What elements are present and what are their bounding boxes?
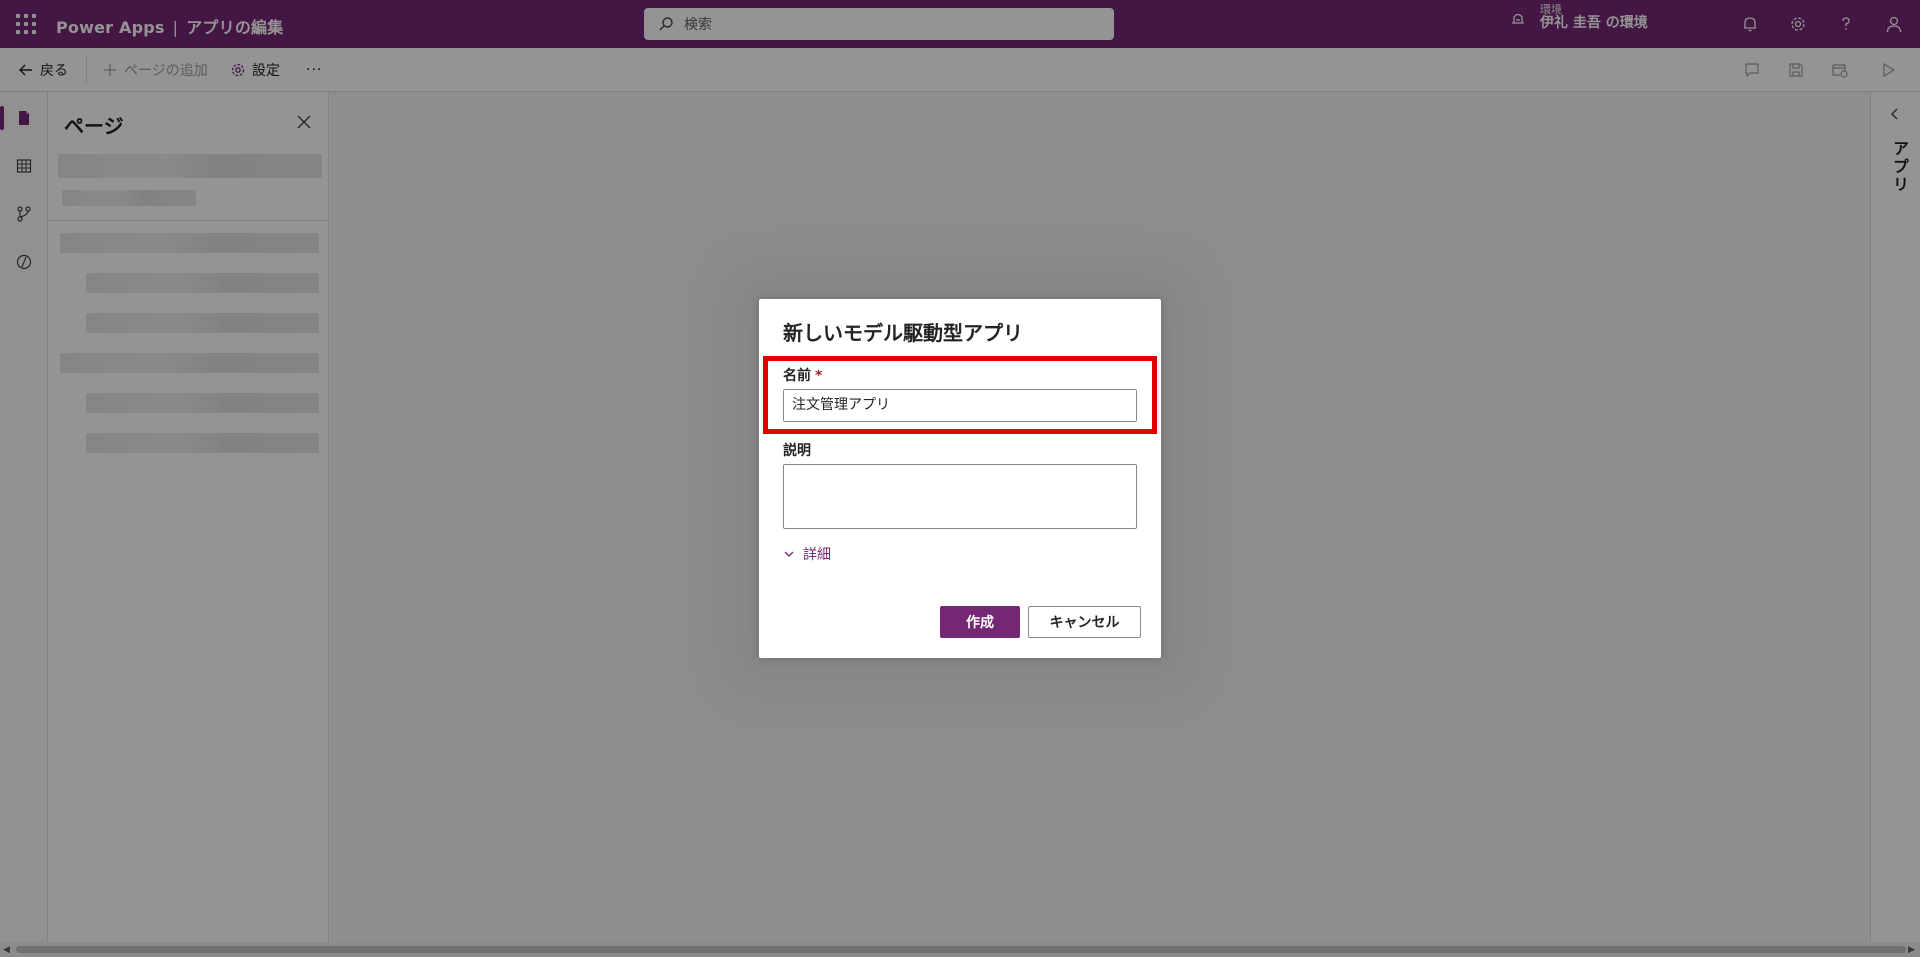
details-label: 詳細: [803, 547, 831, 563]
dialog-title: 新しいモデル駆動型アプリ: [783, 321, 1023, 345]
details-toggle[interactable]: 詳細: [783, 544, 831, 564]
chevron-down-icon: [784, 551, 794, 557]
create-button[interactable]: 作成: [940, 606, 1020, 638]
description-field-label: 説明: [783, 443, 811, 459]
new-app-dialog: 新しいモデル駆動型アプリ 名前 * 注文管理アプリ 説明 詳細 作成 キャンセル: [759, 299, 1161, 658]
description-textarea[interactable]: [783, 464, 1137, 529]
cancel-button[interactable]: キャンセル: [1028, 606, 1141, 638]
highlight-box: [763, 356, 1157, 434]
